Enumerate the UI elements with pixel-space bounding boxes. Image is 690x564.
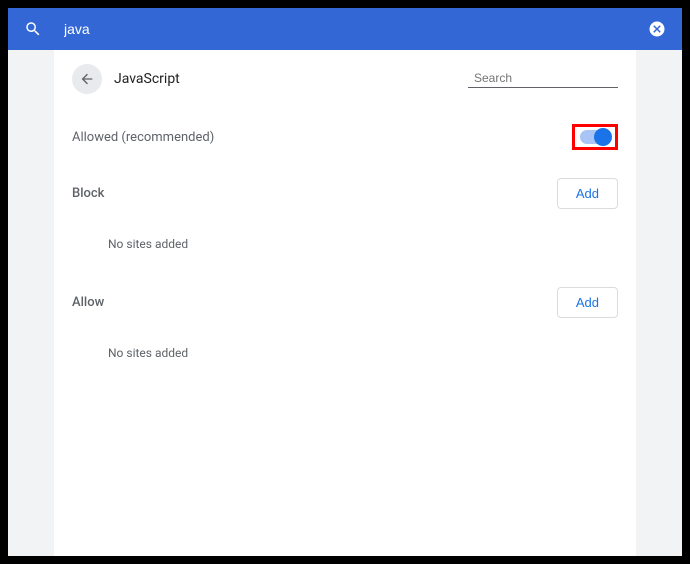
allow-empty-text: No sites added xyxy=(108,346,618,360)
arrow-back-icon xyxy=(79,71,95,87)
search-icon xyxy=(24,20,42,38)
add-block-button[interactable]: Add xyxy=(557,178,618,209)
allowed-row: Allowed (recommended) xyxy=(72,124,618,150)
panel-search[interactable] xyxy=(468,71,618,88)
top-search-input[interactable] xyxy=(64,21,648,37)
block-label: Block xyxy=(72,186,104,201)
block-empty-text: No sites added xyxy=(108,237,618,251)
panel-header: JavaScript xyxy=(72,64,618,94)
panel-search-input[interactable] xyxy=(474,71,629,85)
settings-window: JavaScript Allowed (recommended) Block A… xyxy=(8,8,682,556)
top-search-bar xyxy=(8,8,682,50)
allow-section-header: Allow Add xyxy=(72,287,618,318)
back-button[interactable] xyxy=(72,64,102,94)
javascript-toggle[interactable] xyxy=(580,130,610,144)
close-icon[interactable] xyxy=(648,20,666,38)
block-section-header: Block Add xyxy=(72,178,618,209)
allowed-label: Allowed (recommended) xyxy=(72,130,214,145)
content-area: JavaScript Allowed (recommended) Block A… xyxy=(8,50,682,556)
toggle-knob xyxy=(594,128,612,146)
allow-label: Allow xyxy=(72,295,104,310)
settings-panel: JavaScript Allowed (recommended) Block A… xyxy=(54,50,636,556)
add-allow-button[interactable]: Add xyxy=(557,287,618,318)
highlight-annotation xyxy=(572,124,618,150)
page-title: JavaScript xyxy=(114,71,456,87)
